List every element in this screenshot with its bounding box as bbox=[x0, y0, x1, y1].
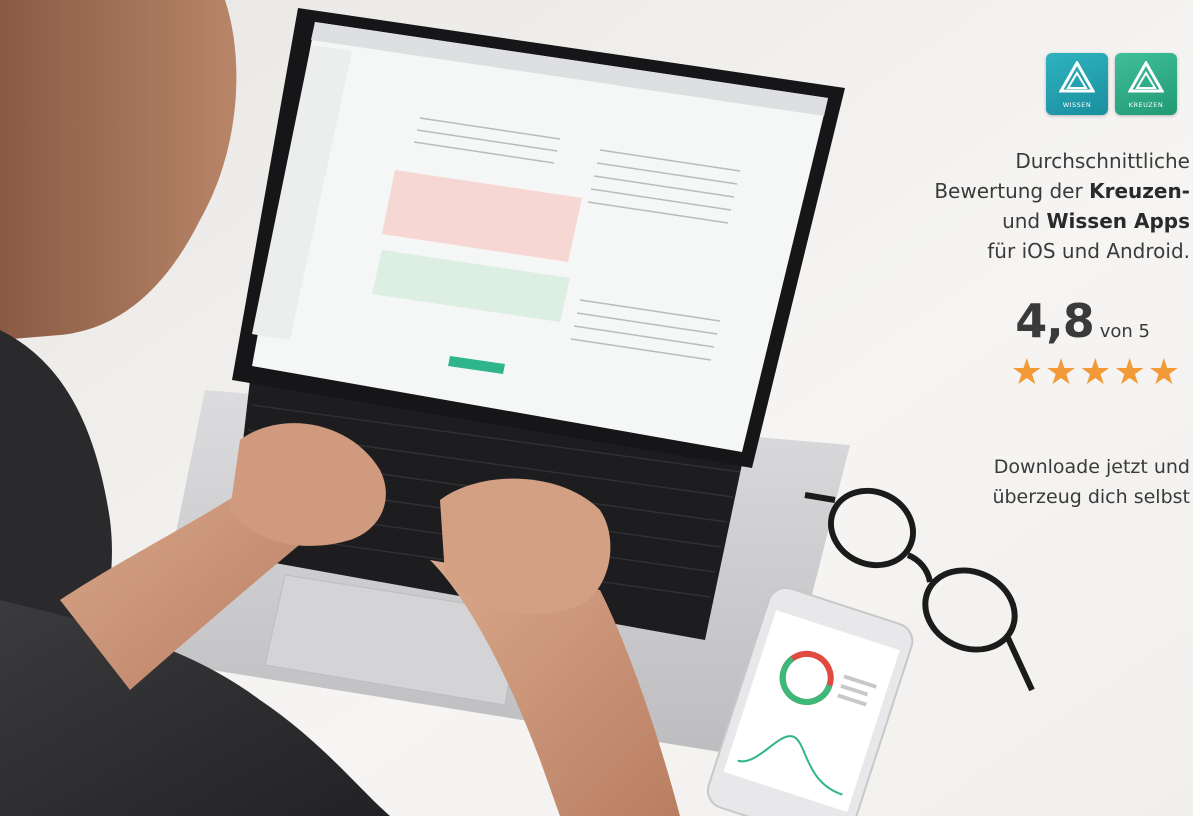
right-hand bbox=[440, 478, 611, 614]
rating-line-3: und Wissen Apps bbox=[1002, 209, 1190, 233]
wissen-app-icon[interactable]: WISSEN bbox=[1046, 53, 1108, 115]
rating-line-4: für iOS und Android. bbox=[987, 239, 1190, 263]
kreuzen-app-label: KREUZEN bbox=[1128, 101, 1164, 109]
download-call-to-action: Downloade jetzt und überzeug dich selbst bbox=[900, 452, 1190, 512]
rating-description: Durchschnittliche Bewertung der Kreuzen-… bbox=[900, 146, 1190, 266]
score-value: 4,8 bbox=[1015, 294, 1094, 348]
star-rating-icon: ★★★★★ bbox=[1010, 351, 1182, 392]
rating-line-2: Bewertung der Kreuzen- bbox=[934, 179, 1190, 203]
score-suffix: von 5 bbox=[1099, 321, 1150, 342]
rating-line-1: Durchschnittliche bbox=[1015, 149, 1190, 173]
triangle-logo-icon bbox=[1128, 61, 1164, 93]
kreuzen-app-icon[interactable]: KREUZEN bbox=[1115, 53, 1177, 115]
triangle-logo-icon bbox=[1059, 61, 1095, 93]
cta-line-2: überzeug dich selbst bbox=[992, 486, 1190, 508]
wissen-app-label: WISSEN bbox=[1062, 101, 1092, 109]
cta-line-1: Downloade jetzt und bbox=[993, 456, 1190, 478]
rating-score: 4,8 von 5 bbox=[1015, 294, 1150, 348]
advertisement-panel: WISSEN KREUZEN Durchschnittliche Bewertu… bbox=[900, 50, 1190, 570]
